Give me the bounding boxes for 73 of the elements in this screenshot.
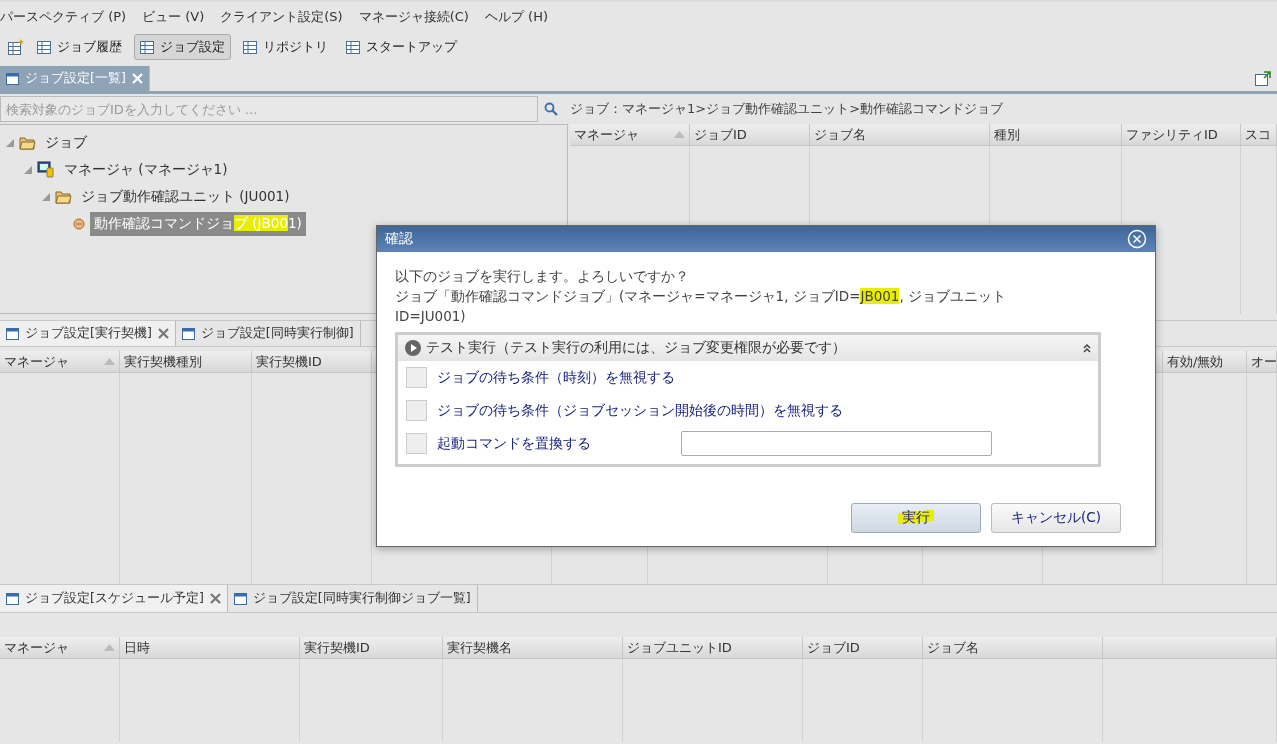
- column-header[interactable]: マネージャ: [0, 351, 120, 372]
- column-header[interactable]: ジョブユニットID: [623, 637, 803, 658]
- menu-item[interactable]: ヘルプ (H): [484, 8, 548, 26]
- checkbox[interactable]: [406, 367, 427, 388]
- menu-item[interactable]: ビュー (V): [142, 8, 205, 26]
- job-icon: [73, 217, 85, 230]
- expanded-arrow-icon[interactable]: [24, 165, 32, 174]
- tree-item[interactable]: ジョブ動作確認ユニット (JU001): [77, 184, 294, 209]
- run-button[interactable]: 実行: [851, 503, 981, 533]
- collapse-icon[interactable]: [1082, 343, 1092, 353]
- column-header[interactable]: オー: [1247, 351, 1277, 372]
- column-header[interactable]: ジョブID: [690, 124, 810, 145]
- dialog-title: 確認: [385, 230, 413, 248]
- column-header[interactable]: 有効/無効: [1163, 351, 1247, 372]
- tree-item[interactable]: ジョブ: [41, 130, 91, 155]
- column-header[interactable]: 実行契機種別: [120, 351, 252, 372]
- column-header[interactable]: ジョブ名: [923, 637, 1103, 658]
- server-icon: [37, 161, 55, 178]
- view-tab[interactable]: ジョブ設定[実行契機]: [0, 321, 176, 346]
- search-icon[interactable]: [544, 102, 558, 116]
- cancel-button[interactable]: キャンセル(C): [991, 503, 1121, 533]
- window-icon: [6, 327, 19, 340]
- menu-item[interactable]: マネージャ接続(C): [358, 8, 469, 26]
- window-icon: [181, 327, 195, 340]
- section-title: テスト実行（テスト実行の利用には、ジョブ変更権限が必要です）: [426, 339, 847, 357]
- table-icon: [243, 40, 257, 54]
- tree-item[interactable]: マネージャ (マネージャ1): [60, 157, 232, 182]
- close-icon[interactable]: [157, 328, 169, 339]
- column-header[interactable]: 日時: [120, 637, 300, 658]
- close-icon[interactable]: [209, 593, 221, 604]
- column-header[interactable]: スコ: [1241, 124, 1277, 145]
- checkbox-label[interactable]: ジョブの待ち条件（時刻）を無視する: [437, 368, 675, 387]
- menu-item[interactable]: クライアント設定(S): [220, 8, 343, 26]
- window-icon: [6, 592, 19, 605]
- column-header[interactable]: 実行契機ID: [252, 351, 372, 372]
- checkbox-label[interactable]: 起動コマンドを置換する: [437, 434, 671, 453]
- window-icon: [233, 592, 247, 605]
- perspective-button[interactable]: ジョブ設定: [134, 34, 231, 60]
- breadcrumb: ジョブ：マネージャ1>ジョブ動作確認ユニット>動作確認コマンドジョブ: [570, 100, 1004, 118]
- column-header[interactable]: 実行契機ID: [300, 637, 443, 658]
- maximize-icon[interactable]: [1255, 71, 1271, 86]
- dialog-message: ジョブ「動作確認コマンドジョブ」(マネージャ=マネージャ1, ジョブID=JB001, ジョブユニットID=JU001): [395, 287, 1008, 326]
- checkbox[interactable]: [406, 433, 427, 454]
- perspective-button[interactable]: リポジトリ: [237, 34, 334, 60]
- column-header[interactable]: ファシリティID: [1122, 124, 1241, 145]
- expanded-arrow-icon[interactable]: [42, 192, 50, 201]
- window-icon: [6, 72, 19, 85]
- checkbox[interactable]: [406, 400, 427, 421]
- column-header[interactable]: ジョブ名: [810, 124, 990, 145]
- folder-icon: [19, 135, 36, 150]
- column-header[interactable]: 実行契機名: [443, 637, 623, 658]
- table-icon: [37, 40, 51, 54]
- perspective-button[interactable]: スタートアップ: [340, 34, 463, 60]
- perspective-button[interactable]: ジョブ履歴: [31, 34, 128, 60]
- play-icon: [404, 339, 422, 357]
- view-tab[interactable]: ジョブ設定[スケジュール予定]: [0, 585, 228, 612]
- sort-arrow-icon: [104, 358, 115, 365]
- menu-item[interactable]: パースペクティブ (P): [0, 8, 127, 26]
- sort-arrow-icon: [104, 644, 115, 651]
- folder-icon: [55, 189, 72, 204]
- column-header[interactable]: 種別: [990, 124, 1122, 145]
- table-icon: [140, 40, 154, 54]
- column-header[interactable]: マネージャ: [0, 637, 120, 658]
- checkbox-label[interactable]: ジョブの待ち条件（ジョブセッション開始後の時間）を無視する: [437, 401, 843, 420]
- column-header[interactable]: マネージャ: [570, 124, 690, 145]
- dialog-message: 以下のジョブを実行します。よろしいですか？: [395, 267, 690, 286]
- command-field[interactable]: [681, 431, 992, 456]
- new-perspective-icon[interactable]: [8, 39, 25, 55]
- table-icon: [346, 40, 360, 54]
- column-header[interactable]: ジョブID: [803, 637, 923, 658]
- expanded-arrow-icon[interactable]: [6, 138, 14, 147]
- search-field[interactable]: 検索対象のジョブIDを入力してください ...: [0, 96, 538, 122]
- sort-arrow-icon: [674, 131, 685, 138]
